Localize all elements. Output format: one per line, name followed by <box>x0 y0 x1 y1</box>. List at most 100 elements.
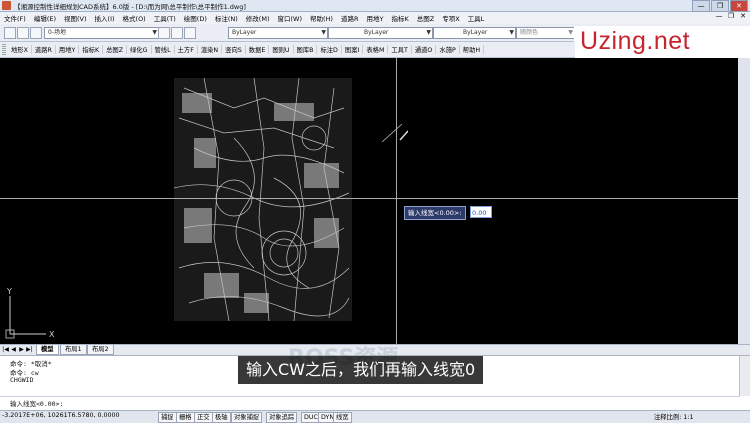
document-window-buttons: — ❐ ✕ <box>714 12 748 20</box>
video-subtitle: 输入CW之后，我们再输入线宽0 <box>238 356 484 384</box>
plugin-toolbar: 地形X 道路R 用地Y 指标K 总图Z 绿化G 管线L 土方F 渲染N 竖向S … <box>0 42 575 58</box>
tab-last-button[interactable]: ▶| <box>26 346 33 353</box>
grid-toggle[interactable]: 栅格 <box>176 412 195 423</box>
tool-render[interactable]: 渲染N <box>198 45 223 54</box>
app-icon[interactable] <box>2 1 11 10</box>
ortho-toggle[interactable]: 正交 <box>194 412 213 423</box>
command-input-text: 输入线宽<0.00>: <box>10 400 64 408</box>
tool-help[interactable]: 帮助H <box>460 45 485 54</box>
chevron-down-icon: ▼ <box>568 29 573 36</box>
color-dropdown[interactable]: ByLayer ▼ <box>228 27 328 39</box>
tool-channel[interactable]: 通道O <box>412 45 437 54</box>
annotation-scale-value: 1:1 <box>683 414 694 421</box>
doc-minimize-button[interactable]: — <box>714 12 724 20</box>
tool-indicator[interactable]: 指标K <box>79 45 104 54</box>
tool-hatch[interactable]: 图案I <box>342 45 364 54</box>
minimize-button[interactable]: — <box>692 0 710 12</box>
snap-toggle[interactable]: 捕捉 <box>158 412 177 423</box>
tool-library[interactable]: 图库B <box>294 45 318 54</box>
menu-landuse[interactable]: 用地Y <box>362 13 387 23</box>
menu-tools-l[interactable]: 工具L <box>464 13 489 23</box>
menu-siteplan[interactable]: 总图Z <box>413 13 438 23</box>
menu-window[interactable]: 窗口(W) <box>273 13 306 23</box>
tool-earthwork[interactable]: 土方F <box>175 45 198 54</box>
tool-data[interactable]: 数据E <box>246 45 270 54</box>
layer-dropdown-value: 0-场地 <box>48 29 66 36</box>
color-swatch-icon[interactable] <box>184 27 196 39</box>
layer-manager-icon[interactable] <box>4 27 16 39</box>
menu-indicator[interactable]: 指标K <box>387 13 412 23</box>
crosshair-vertical <box>396 58 397 344</box>
ucs-x-label: X <box>49 330 55 339</box>
menu-edit[interactable]: 编辑(E) <box>30 13 60 23</box>
ucs-icon: Y X <box>5 287 55 339</box>
tab-model[interactable]: 模型 <box>36 345 59 355</box>
polar-toggle[interactable]: 极轴 <box>212 412 231 423</box>
tool-water[interactable]: 水施P <box>436 45 460 54</box>
linetype-dropdown[interactable]: ByLayer ▼ <box>328 27 433 39</box>
toolbar-grip[interactable] <box>2 44 6 55</box>
command-input[interactable]: 输入线宽<0.00>: <box>0 396 740 409</box>
tool-annotate[interactable]: 标注D <box>317 45 342 54</box>
dynamic-input-field[interactable]: 0.00 <box>470 206 492 218</box>
tab-next-button[interactable]: ▶ <box>18 346 25 353</box>
tool-landuse[interactable]: 用地Y <box>56 45 80 54</box>
drawing-canvas[interactable] <box>0 58 750 342</box>
chevron-down-icon: ▼ <box>321 29 326 36</box>
annotation-scale[interactable]: 注释比例: 1:1 <box>654 412 693 421</box>
menu-special[interactable]: 专项X <box>438 13 463 23</box>
layer-dropdown[interactable]: 0-场地 ▼ <box>44 27 159 39</box>
status-bar: -3.2017E+06, 10261T6.5780, 0.0000 捕捉 栅格 … <box>0 410 750 423</box>
menu-view[interactable]: 视图(V) <box>60 13 91 23</box>
tool-drawing-rules[interactable]: 图则U <box>269 45 294 54</box>
site-map-drawing <box>174 78 352 321</box>
annotation-scale-label: 注释比例: <box>654 414 682 421</box>
menu-road[interactable]: 道路R <box>337 13 363 23</box>
menu-draw[interactable]: 绘图(D) <box>180 13 211 23</box>
tab-prev-button[interactable]: ◀ <box>10 346 17 353</box>
layer-state-icon[interactable] <box>17 27 29 39</box>
stray-line-segments <box>381 123 408 143</box>
tab-layout1[interactable]: 布局1 <box>60 345 87 355</box>
menu-insert[interactable]: 插入(I) <box>91 13 119 23</box>
maximize-button[interactable]: ❐ <box>711 0 729 12</box>
menu-help[interactable]: 帮助(H) <box>306 13 337 23</box>
menu-modify[interactable]: 修改(M) <box>242 13 274 23</box>
plotstyle-dropdown-value: 随颜色 <box>520 29 539 36</box>
tool-terrain[interactable]: 地形X <box>8 45 32 54</box>
chevron-down-icon: ▼ <box>152 29 157 36</box>
tool-pipeline[interactable]: 管线L <box>152 45 175 54</box>
osnap-toggle[interactable]: 对象捕捉 <box>231 412 263 423</box>
doc-close-button[interactable]: ✕ <box>738 12 748 20</box>
tool-tools[interactable]: 工具T <box>388 45 412 54</box>
cursor-coordinates: -3.2017E+06, 10261T6.5780, 0.0000 <box>2 412 120 419</box>
layer-bulb-icon[interactable] <box>30 27 42 39</box>
tool-siteplan[interactable]: 总图Z <box>103 45 128 54</box>
ucs-y-label: Y <box>6 287 12 296</box>
tab-layout2[interactable]: 布局2 <box>87 345 114 355</box>
menu-file[interactable]: 文件(F) <box>0 13 30 23</box>
menu-dimension[interactable]: 标注(N) <box>211 13 242 23</box>
command-scrollbar[interactable] <box>739 356 750 396</box>
make-current-layer-icon[interactable] <box>158 27 170 39</box>
tool-greening[interactable]: 绿化G <box>127 45 152 54</box>
vertical-scrollbar[interactable] <box>738 58 750 344</box>
tab-first-button[interactable]: |◀ <box>2 346 9 353</box>
doc-restore-button[interactable]: ❐ <box>726 12 736 20</box>
menu-format[interactable]: 格式(O) <box>119 13 150 23</box>
otrack-toggle[interactable]: 对象追踪 <box>266 412 298 423</box>
linetype-dropdown-value: ByLayer <box>364 29 389 36</box>
layer-previous-icon[interactable] <box>171 27 183 39</box>
plotstyle-dropdown[interactable]: 随颜色 ▼ <box>516 27 575 39</box>
tool-road[interactable]: 道路R <box>32 45 56 54</box>
lineweight-toggle[interactable]: 线宽 <box>333 412 352 423</box>
lineweight-dropdown[interactable]: ByLayer ▼ <box>433 27 516 39</box>
title-bar: 【湘源控制性详细规划CAD系统】6.0版 - [D:\而为网\总平制作\总平制作… <box>0 0 750 12</box>
close-button[interactable]: ✕ <box>730 0 748 12</box>
tool-table[interactable]: 表格M <box>363 45 389 54</box>
menu-tools[interactable]: 工具(T) <box>150 13 180 23</box>
tool-vertical[interactable]: 竖向S <box>222 45 246 54</box>
logo-text: Uzing.net <box>580 27 691 55</box>
lineweight-dropdown-value: ByLayer <box>463 29 488 36</box>
crosshair-horizontal <box>0 198 738 199</box>
